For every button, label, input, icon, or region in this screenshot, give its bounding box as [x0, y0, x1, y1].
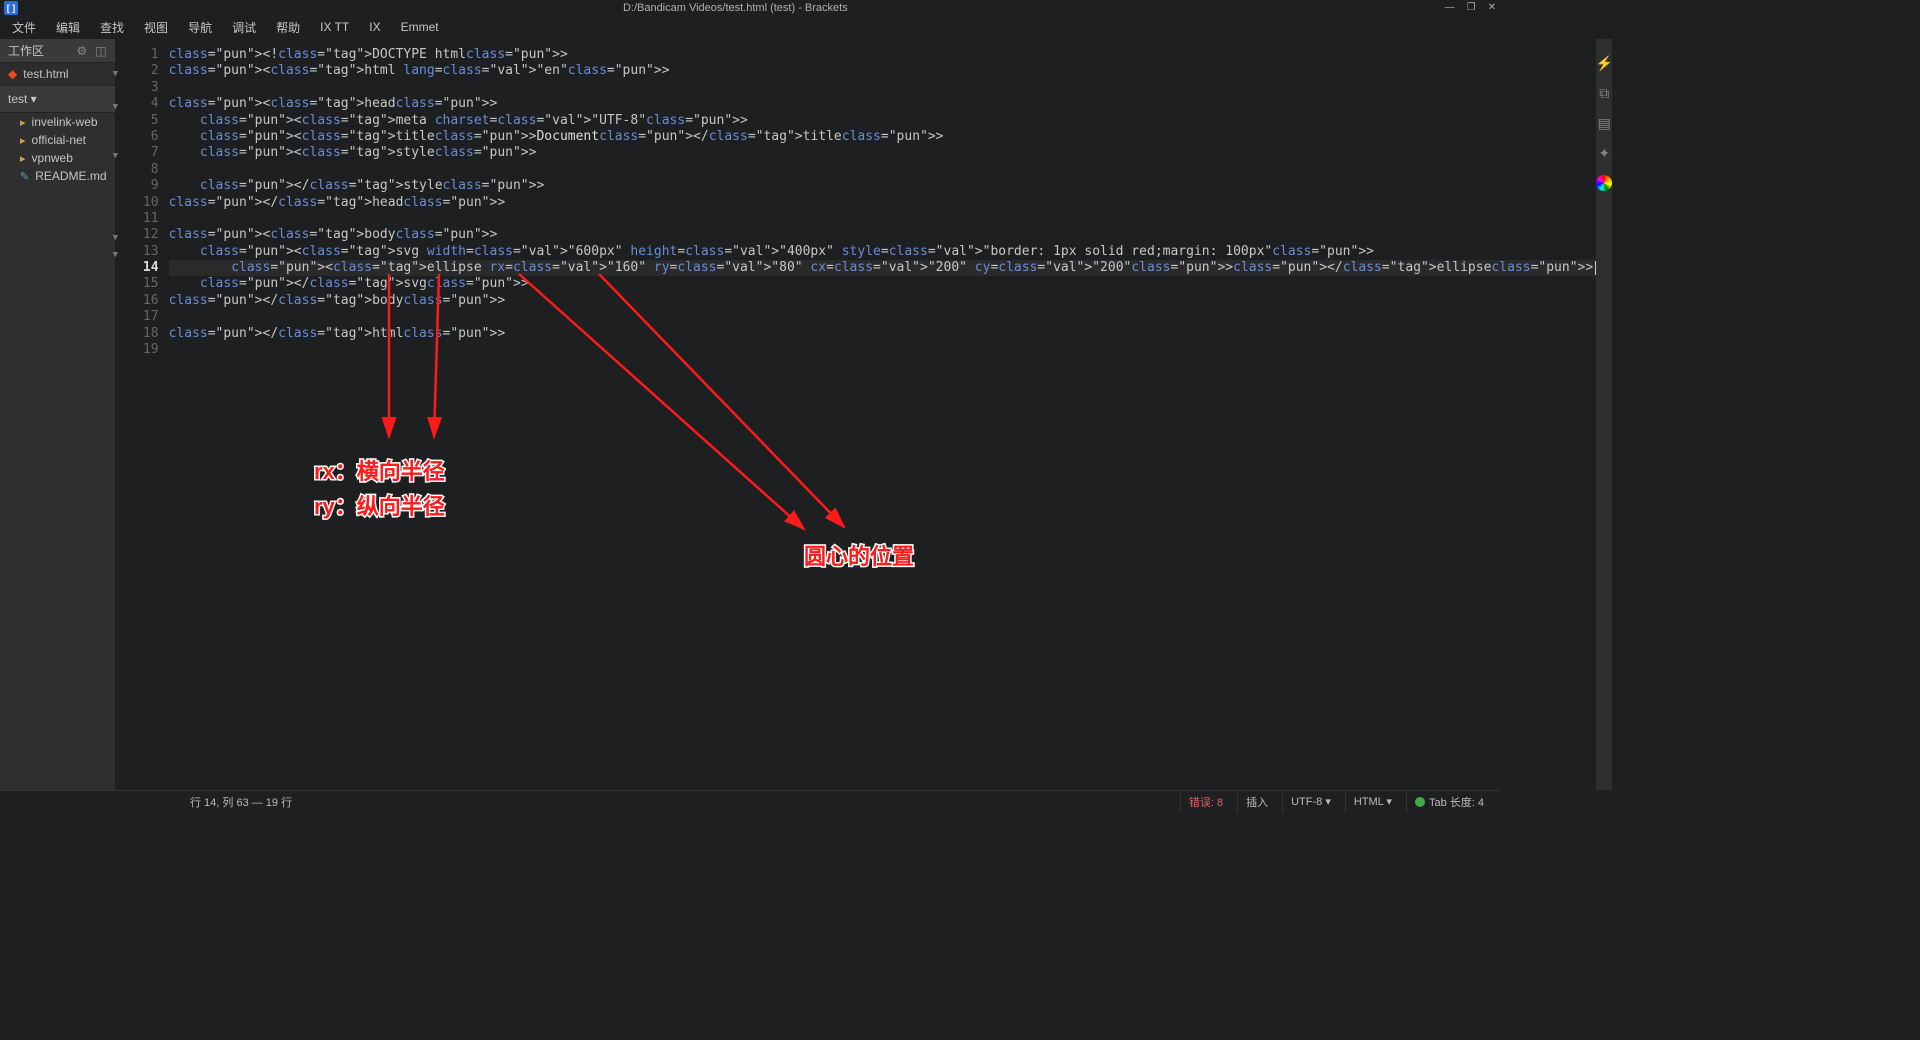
app-icon: [ ]: [4, 1, 18, 15]
file-label: README.md: [35, 169, 106, 183]
markdown-file-icon: ✎: [20, 170, 29, 183]
menu-find[interactable]: 查找: [92, 17, 132, 38]
maximize-icon[interactable]: ❐: [1467, 2, 1476, 13]
status-dot-icon: [1415, 797, 1425, 807]
right-toolbar: ⚡ ⧉ ▤ ✦: [1596, 39, 1612, 790]
menu-help[interactable]: 帮助: [268, 17, 308, 38]
extensions-icon[interactable]: ⧉: [1596, 85, 1612, 101]
folder-item[interactable]: ▸ official-net: [0, 131, 115, 149]
code-area[interactable]: class="pun"><!class="tag">DOCTYPE htmlcl…: [165, 39, 1597, 790]
status-encoding[interactable]: UTF-8 ▾: [1282, 791, 1339, 813]
project-label: test ▾: [8, 92, 37, 106]
status-insert[interactable]: 插入: [1237, 791, 1276, 813]
folder-icon: ▸: [20, 134, 26, 147]
editor[interactable]: 12▼34▼567▼89101112▼13▼141516171819 class…: [115, 39, 1597, 790]
sidebar: 工作区 ⚙ ◫ ◆ test.html test ▾ ▸ invelink-web…: [0, 39, 115, 790]
sidebar-project-section[interactable]: test ▾: [0, 85, 115, 113]
menu-emmet[interactable]: Emmet: [393, 18, 447, 36]
status-spaces: Tab 长度: 4: [1429, 794, 1484, 810]
menu-view[interactable]: 视图: [136, 17, 176, 38]
file-item-readme[interactable]: ✎ README.md: [0, 167, 115, 185]
menu-edit[interactable]: 编辑: [48, 17, 88, 38]
gear-icon[interactable]: ⚙: [76, 44, 87, 58]
menubar: 文件 编辑 查找 视图 导航 调试 帮助 IX TT IX Emmet: [0, 15, 1500, 39]
titlebar: [ ] D:/Bandicam Videos/test.html (test) …: [0, 0, 1500, 15]
report-icon[interactable]: ▤: [1596, 115, 1612, 131]
live-preview-icon[interactable]: ⚡: [1596, 55, 1612, 71]
folder-icon: ▸: [20, 116, 26, 129]
menu-ix[interactable]: IX: [361, 18, 388, 36]
wand-icon[interactable]: ✦: [1596, 145, 1612, 161]
line-number-gutter: 12▼34▼567▼89101112▼13▼141516171819: [115, 39, 165, 790]
minimize-icon[interactable]: —: [1445, 2, 1455, 13]
sidebar-open-file[interactable]: ◆ test.html: [0, 63, 115, 85]
statusbar: 行 14, 列 63 — 19 行 错误: 8 插入 UTF-8 ▾ HTML …: [0, 790, 1500, 812]
html-file-icon: ◆: [8, 67, 17, 81]
folder-label: vpnweb: [32, 151, 73, 165]
window-controls: — ❐ ✕: [1445, 2, 1496, 13]
folder-icon: ▸: [20, 152, 26, 165]
window-title: D:/Bandicam Videos/test.html (test) - Br…: [26, 2, 1445, 14]
sidebar-header: 工作区 ⚙ ◫: [0, 39, 115, 63]
main: 工作区 ⚙ ◫ ◆ test.html test ▾ ▸ invelink-web…: [0, 39, 1500, 790]
status-errors[interactable]: 错误: 8: [1180, 791, 1231, 813]
close-icon[interactable]: ✕: [1488, 2, 1496, 13]
status-cursor: 行 14, 列 63 — 19 行: [0, 794, 1180, 810]
folder-label: invelink-web: [32, 115, 98, 129]
color-wheel-icon[interactable]: [1596, 175, 1612, 191]
sidebar-header-label: 工作区: [8, 42, 44, 59]
folder-label: official-net: [32, 133, 86, 147]
menu-navigate[interactable]: 导航: [180, 17, 220, 38]
status-lang[interactable]: HTML ▾: [1345, 791, 1400, 813]
menu-debug[interactable]: 调试: [224, 17, 264, 38]
menu-ixtt[interactable]: IX TT: [312, 18, 357, 36]
menu-file[interactable]: 文件: [4, 17, 44, 38]
folder-item[interactable]: ▸ invelink-web: [0, 113, 115, 131]
split-icon[interactable]: ◫: [95, 44, 106, 58]
sidebar-folders: ▸ invelink-web ▸ official-net ▸ vpnweb ✎ REA…: [0, 113, 115, 790]
open-file-name: test.html: [23, 67, 68, 81]
folder-item[interactable]: ▸ vpnweb: [0, 149, 115, 167]
